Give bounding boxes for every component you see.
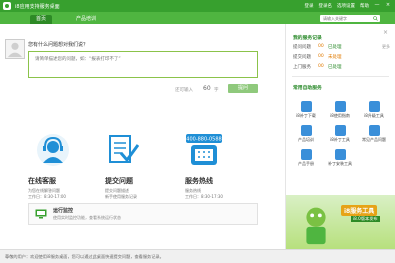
tool-faq[interactable]: 常见产品问题 [361,125,387,143]
service-desc: 为您在线解答问题 工作日：8:30-17:00 [28,188,66,199]
record-label: 上门服务 [293,65,311,70]
username-link[interactable]: 登录名 [319,3,333,9]
promo-title: i8服务工具 [341,205,378,216]
char-count-label: 还可输入 [175,88,193,93]
record-status[interactable]: 已处理 [328,64,342,70]
sidebar-divider [292,76,389,77]
tool-label: i8升级工具 [364,113,384,118]
document-check-icon [109,135,139,163]
tab-home[interactable]: 首页 [30,15,53,24]
tool-label: i8补丁工具 [330,137,350,142]
record-value[interactable]: 00 [318,54,324,59]
search-box [320,15,380,22]
minimize-button[interactable]: — [374,2,380,9]
guide-icon [334,101,346,112]
char-count-unit: 字 [214,88,219,93]
tool-training[interactable]: 产品培训 [293,125,319,143]
monitor-desc: 使用实时监控功能，查看系统运行状态 [53,215,121,220]
promo-figure-icon [306,207,326,245]
tool-upgrade[interactable]: i8升级工具 [361,101,387,119]
tool-patch-download[interactable]: i8补丁下载 [293,101,319,119]
tab-training[interactable]: 产品培训 [70,15,102,24]
training-icon [300,125,312,136]
tool-label: 补丁安装工具 [328,161,352,166]
nav-bar: 首页 产品培训 [0,12,395,24]
tool-label: i8使用指南 [330,113,350,118]
patch-tool-icon [334,125,346,136]
help-link[interactable]: 帮助 [360,3,369,9]
tool-label: i8补丁下载 [296,113,316,118]
service-title: 提交问题 [105,177,133,185]
settings-link[interactable]: 选项设置 [337,3,355,9]
monitor-icon [35,209,47,219]
status-text: 尊敬的用户：欢迎使用i8服务桌面，您可以通过此桌面快速提交问题，查看服务记录。 [5,254,164,259]
faq-icon [368,125,380,136]
service-desc: 服务热线 工作日：8:30-17:30 [185,188,223,199]
hotline-number: 400-880-0588 [186,137,221,143]
app-title: i8应用支持服务桌面 [15,4,60,10]
install-tool-icon [334,149,346,160]
upgrade-icon [368,101,380,112]
tool-patch-tool[interactable]: i8补丁工具 [327,125,353,143]
phone-icon: 400-880-0588 [186,134,222,165]
submit-question-button[interactable]: 提问 [228,84,258,93]
search-input[interactable] [320,15,372,22]
app-logo-icon [3,2,11,10]
search-icon[interactable] [373,16,378,21]
tools-title: 常用自助服务 [293,86,322,91]
question-input[interactable] [28,51,258,78]
tool-label: 常见产品问题 [362,137,386,142]
record-label: 提问问题 [293,45,311,50]
records-title: 我的服务记录 [293,36,322,41]
main-panel: 您有什么问题想对我们说？ 还可输入 60 字 提问 在线客服 为您在线解答问题工… [0,24,283,249]
service-desc: 提交问题描述 新手使用服务记录 [105,188,137,199]
login-link[interactable]: 登录 [305,3,314,9]
close-button[interactable]: × [385,2,391,9]
title-bar: i8应用支持服务桌面 登录 登录名 选项设置 帮助 — × [0,0,395,12]
service-title: 服务热线 [185,177,213,185]
tool-label: 产品培训 [298,137,314,142]
monitor-title: 运行监控 [53,208,74,214]
service-title: 在线客服 [28,177,56,185]
manual-icon [300,149,312,160]
status-bar: 尊敬的用户：欢迎使用i8服务桌面，您可以通过此桌面快速提交问题，查看服务记录。 [0,249,395,263]
run-monitor-panel[interactable]: 运行监控 使用实时监控功能，查看系统运行状态 [28,203,258,225]
record-status[interactable]: 未处理 [328,54,342,60]
patch-icon [300,101,312,112]
title-bar-links: 登录 登录名 选项设置 帮助 — × [305,2,392,9]
tool-user-guide[interactable]: i8使用指南 [327,101,353,119]
record-value[interactable]: 00 [318,64,324,69]
tool-manual[interactable]: 产品手册 [293,149,319,167]
record-status[interactable]: 已处理 [328,44,342,50]
promo-subtitle: i8.0版本发布 [351,216,380,222]
sidebar-close-icon[interactable]: × [382,29,389,36]
user-avatar-icon [7,42,23,58]
customer-service-icon [37,134,69,166]
tool-install[interactable]: 补丁安装工具 [327,149,353,167]
avatar [5,39,25,59]
question-title: 您有什么问题想对我们说？ [28,42,89,48]
tool-label: 产品手册 [298,161,314,166]
record-value[interactable]: 00 [318,44,324,49]
record-label: 提交问题 [293,55,311,60]
right-sidebar: 我的服务记录 × 提问问题 00 已处理 提交问题 00 未处理 上门服务 00… [285,24,395,249]
records-more-link[interactable]: 更多 [382,44,390,50]
promo-banner[interactable]: i8服务工具 i8.0版本发布 [286,195,395,249]
char-count-value: 60 [203,85,211,92]
